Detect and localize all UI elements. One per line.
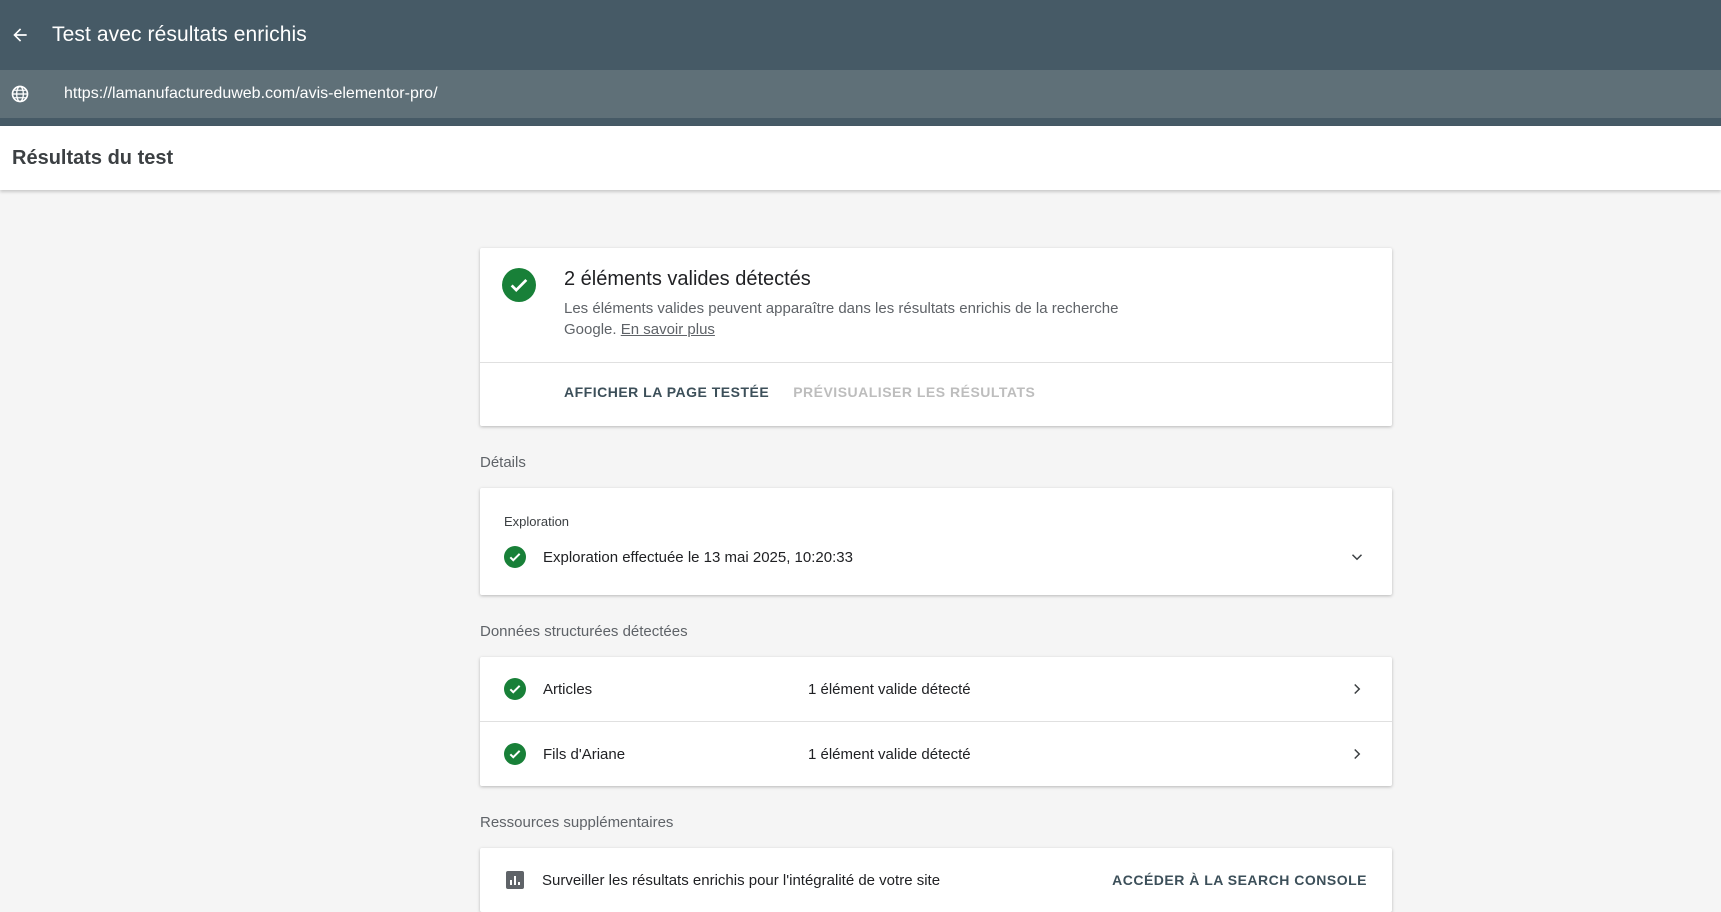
list-item-breadcrumbs[interactable]: Fils d'Ariane 1 élément valide détecté (480, 721, 1392, 786)
page-title: Résultats du test (12, 146, 174, 169)
resources-section-label: Ressources supplémentaires (480, 814, 674, 831)
check-circle-icon (504, 743, 526, 765)
chevron-right-icon[interactable] (1348, 680, 1366, 698)
header-divider (0, 118, 1721, 126)
resource-text: Surveiller les résultats enrichis pour l… (542, 871, 941, 889)
summary-description: Les éléments valides peuvent apparaître … (564, 298, 1124, 340)
view-tested-page-button[interactable]: AFFICHER LA PAGE TESTÉE (564, 384, 769, 400)
details-section-label: Détails (480, 454, 526, 471)
exploration-status: Exploration effectuée le 13 mai 2025, 10… (543, 548, 853, 566)
exploration-label: Exploration (504, 514, 570, 529)
top-app-bar: Test avec résultats enrichis (0, 0, 1721, 70)
chevron-down-icon[interactable] (1348, 548, 1366, 566)
search-console-link[interactable]: ACCÉDER À LA SEARCH CONSOLE (1112, 872, 1367, 888)
structured-data-list: Articles 1 élément valide détecté Fils d… (480, 657, 1392, 786)
url-bar: https://lamanufactureduweb.com/avis-elem… (0, 70, 1721, 118)
tested-url[interactable]: https://lamanufactureduweb.com/avis-elem… (64, 85, 438, 103)
list-item-status: 1 élément valide détecté (808, 680, 971, 698)
learn-more-link[interactable]: En savoir plus (621, 321, 715, 338)
list-item-status: 1 élément valide détecté (808, 745, 971, 763)
list-item-name: Articles (543, 680, 593, 698)
chevron-right-icon[interactable] (1348, 745, 1366, 763)
check-circle-icon (504, 678, 526, 700)
arrow-left-icon (13, 28, 27, 42)
check-circle-icon (504, 546, 526, 568)
structured-data-section-label: Données structurées détectées (480, 623, 688, 640)
summary-title: 2 éléments valides détectés (564, 268, 811, 290)
exploration-card[interactable]: Exploration Exploration effectuée le 13 … (480, 488, 1392, 595)
check-circle-icon (502, 268, 536, 302)
list-item-articles[interactable]: Articles 1 élément valide détecté (480, 657, 1392, 721)
preview-results-button[interactable]: PRÉVISUALISER LES RÉSULTATS (793, 384, 1035, 400)
resource-card: Surveiller les résultats enrichis pour l… (480, 848, 1392, 912)
main-content: 2 éléments valides détectés Les éléments… (480, 248, 1392, 912)
summary-top: 2 éléments valides détectés Les éléments… (480, 248, 1392, 363)
globe-icon (0, 84, 40, 104)
results-header: Résultats du test (0, 126, 1721, 190)
app-title: Test avec résultats enrichis (52, 23, 307, 46)
back-button[interactable] (0, 15, 40, 55)
list-item-name: Fils d'Ariane (543, 745, 626, 763)
summary-actions: AFFICHER LA PAGE TESTÉE PRÉVISUALISER LE… (564, 384, 1059, 400)
bar-chart-icon (506, 871, 524, 889)
summary-card: 2 éléments valides détectés Les éléments… (480, 248, 1392, 426)
exploration-row: Exploration effectuée le 13 mai 2025, 10… (504, 546, 853, 568)
